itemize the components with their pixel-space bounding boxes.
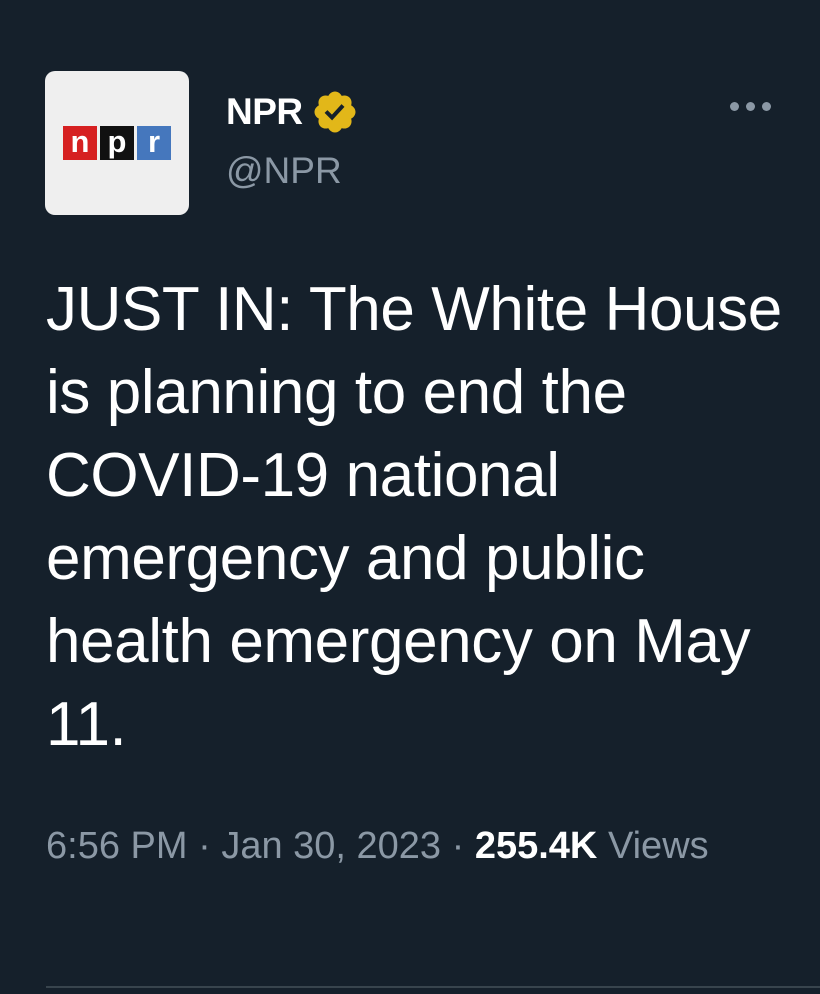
more-dot xyxy=(762,102,771,111)
author-name[interactable]: NPR xyxy=(226,91,303,133)
meta-separator: · xyxy=(198,825,211,867)
author-name-row: NPR xyxy=(226,88,359,136)
more-dot xyxy=(730,102,739,111)
views-label: Views xyxy=(607,825,709,867)
more-dot xyxy=(746,102,755,111)
npr-logo-n: n xyxy=(63,126,97,160)
more-options-icon[interactable] xyxy=(730,102,771,111)
tweet-text: JUST IN: The White House is planning to … xyxy=(46,275,782,759)
tweet-meta: 6:56 PM · Jan 30, 2023 · 255.4K Views xyxy=(46,818,776,874)
tweet: n p r NPR @NPR JUST IN: The White House … xyxy=(0,0,820,994)
author-handle[interactable]: @NPR xyxy=(226,150,342,192)
npr-logo: n p r xyxy=(63,126,171,160)
npr-logo-p: p xyxy=(100,126,134,160)
tweet-time[interactable]: 6:56 PM xyxy=(46,825,188,867)
tweet-date[interactable]: Jan 30, 2023 xyxy=(221,825,441,867)
avatar[interactable]: n p r xyxy=(45,71,189,215)
npr-logo-r: r xyxy=(137,126,171,160)
verified-badge-icon[interactable] xyxy=(311,88,359,136)
meta-separator: · xyxy=(451,825,465,867)
views-count[interactable]: 255.4K xyxy=(475,825,598,867)
divider xyxy=(46,986,820,988)
